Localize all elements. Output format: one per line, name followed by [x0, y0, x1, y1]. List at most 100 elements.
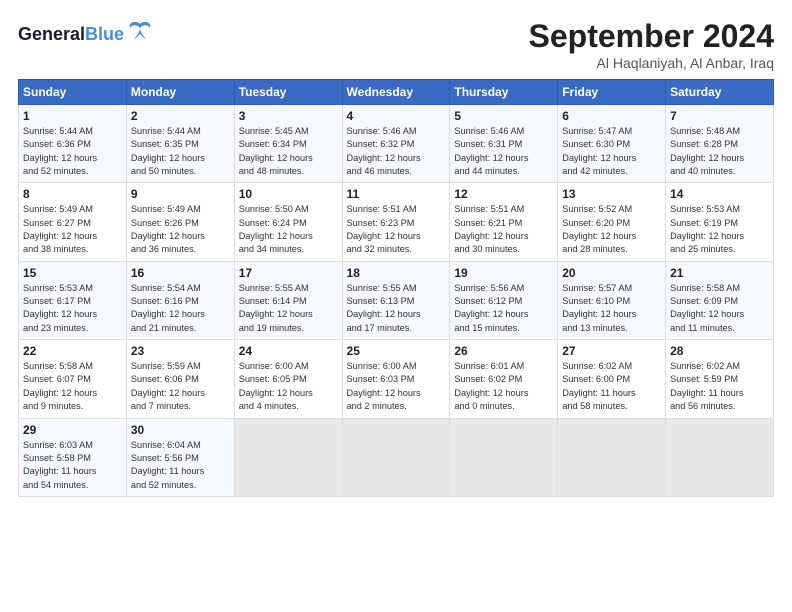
day-cell-13: 13 Sunrise: 5:52 AM Sunset: 6:20 PM Dayli…	[558, 183, 666, 261]
page: GeneralBlue September 2024 Al Haqlaniyah…	[0, 0, 792, 612]
weekday-header-sunday: Sunday	[19, 80, 127, 105]
day-info: Sunrise: 5:48 AM Sunset: 6:28 PM Dayligh…	[670, 125, 769, 178]
day-number: 15	[23, 266, 122, 280]
day-info: Sunrise: 5:47 AM Sunset: 6:30 PM Dayligh…	[562, 125, 661, 178]
day-cell-7: 7 Sunrise: 5:48 AM Sunset: 6:28 PM Daylig…	[666, 105, 774, 183]
day-cell-21: 21Sunrise: 5:58 AM Sunset: 6:09 PM Dayli…	[666, 261, 774, 339]
day-cell-11: 11 Sunrise: 5:51 AM Sunset: 6:23 PM Dayli…	[342, 183, 450, 261]
day-info: Sunrise: 5:58 AM Sunset: 6:07 PM Dayligh…	[23, 360, 122, 413]
day-info: Sunrise: 6:02 AM Sunset: 6:00 PM Dayligh…	[562, 360, 661, 413]
day-info: Sunrise: 6:01 AM Sunset: 6:02 PM Dayligh…	[454, 360, 553, 413]
weekday-header-monday: Monday	[126, 80, 234, 105]
day-number: 21	[670, 266, 769, 280]
day-cell-22: 22 Sunrise: 5:58 AM Sunset: 6:07 PM Dayli…	[19, 340, 127, 418]
week-row-2: 8 Sunrise: 5:49 AM Sunset: 6:27 PM Daylig…	[19, 183, 774, 261]
logo-blue: Blue	[85, 24, 124, 44]
day-cell-9: 9Sunrise: 5:49 AM Sunset: 6:26 PM Daylig…	[126, 183, 234, 261]
week-row-3: 15 Sunrise: 5:53 AM Sunset: 6:17 PM Dayli…	[19, 261, 774, 339]
day-number: 3	[239, 109, 338, 123]
day-cell-25: 25 Sunrise: 6:00 AM Sunset: 6:03 PM Dayli…	[342, 340, 450, 418]
day-info: Sunrise: 6:04 AM Sunset: 5:56 PM Dayligh…	[131, 439, 230, 492]
day-cell-27: 27 Sunrise: 6:02 AM Sunset: 6:00 PM Dayli…	[558, 340, 666, 418]
week-row-4: 22 Sunrise: 5:58 AM Sunset: 6:07 PM Dayli…	[19, 340, 774, 418]
day-info: Sunrise: 5:51 AM Sunset: 6:21 PM Dayligh…	[454, 203, 553, 256]
day-info: Sunrise: 5:49 AM Sunset: 6:26 PM Dayligh…	[131, 203, 230, 256]
day-info: Sunrise: 5:45 AM Sunset: 6:34 PM Dayligh…	[239, 125, 338, 178]
day-info: Sunrise: 5:44 AM Sunset: 6:35 PM Dayligh…	[131, 125, 230, 178]
day-cell-14: 14 Sunrise: 5:53 AM Sunset: 6:19 PM Dayli…	[666, 183, 774, 261]
week-row-1: 1 Sunrise: 5:44 AM Sunset: 6:36 PM Daylig…	[19, 105, 774, 183]
empty-cell	[450, 418, 558, 496]
day-info: Sunrise: 5:59 AM Sunset: 6:06 PM Dayligh…	[131, 360, 230, 413]
day-info: Sunrise: 6:00 AM Sunset: 6:05 PM Dayligh…	[239, 360, 338, 413]
day-number: 27	[562, 344, 661, 358]
day-number: 12	[454, 187, 553, 201]
day-number: 24	[239, 344, 338, 358]
day-number: 20	[562, 266, 661, 280]
header: GeneralBlue September 2024 Al Haqlaniyah…	[18, 18, 774, 71]
day-info: Sunrise: 5:57 AM Sunset: 6:10 PM Dayligh…	[562, 282, 661, 335]
day-cell-5: 5 Sunrise: 5:46 AM Sunset: 6:31 PM Daylig…	[450, 105, 558, 183]
header-row: SundayMondayTuesdayWednesdayThursdayFrid…	[19, 80, 774, 105]
day-info: Sunrise: 5:53 AM Sunset: 6:17 PM Dayligh…	[23, 282, 122, 335]
day-number: 11	[347, 187, 446, 201]
day-cell-12: 12 Sunrise: 5:51 AM Sunset: 6:21 PM Dayli…	[450, 183, 558, 261]
day-number: 2	[131, 109, 230, 123]
day-cell-1: 1 Sunrise: 5:44 AM Sunset: 6:36 PM Daylig…	[19, 105, 127, 183]
empty-cell	[666, 418, 774, 496]
day-info: Sunrise: 5:46 AM Sunset: 6:31 PM Dayligh…	[454, 125, 553, 178]
day-cell-29: 29Sunrise: 6:03 AM Sunset: 5:58 PM Dayli…	[19, 418, 127, 496]
day-info: Sunrise: 5:44 AM Sunset: 6:36 PM Dayligh…	[23, 125, 122, 178]
weekday-header-friday: Friday	[558, 80, 666, 105]
empty-cell	[342, 418, 450, 496]
day-number: 16	[131, 266, 230, 280]
day-info: Sunrise: 6:00 AM Sunset: 6:03 PM Dayligh…	[347, 360, 446, 413]
day-number: 19	[454, 266, 553, 280]
day-cell-26: 26 Sunrise: 6:01 AM Sunset: 6:02 PM Dayli…	[450, 340, 558, 418]
day-number: 14	[670, 187, 769, 201]
day-cell-20: 20 Sunrise: 5:57 AM Sunset: 6:10 PM Dayli…	[558, 261, 666, 339]
day-info: Sunrise: 6:03 AM Sunset: 5:58 PM Dayligh…	[23, 439, 122, 492]
day-info: Sunrise: 5:51 AM Sunset: 6:23 PM Dayligh…	[347, 203, 446, 256]
day-number: 8	[23, 187, 122, 201]
day-number: 13	[562, 187, 661, 201]
day-info: Sunrise: 6:02 AM Sunset: 5:59 PM Dayligh…	[670, 360, 769, 413]
day-number: 25	[347, 344, 446, 358]
logo-bird-icon	[126, 18, 154, 51]
day-cell-17: 17Sunrise: 5:55 AM Sunset: 6:14 PM Dayli…	[234, 261, 342, 339]
day-info: Sunrise: 5:50 AM Sunset: 6:24 PM Dayligh…	[239, 203, 338, 256]
day-info: Sunrise: 5:53 AM Sunset: 6:19 PM Dayligh…	[670, 203, 769, 256]
day-info: Sunrise: 5:52 AM Sunset: 6:20 PM Dayligh…	[562, 203, 661, 256]
day-number: 22	[23, 344, 122, 358]
day-cell-16: 16 Sunrise: 5:54 AM Sunset: 6:16 PM Dayli…	[126, 261, 234, 339]
day-number: 7	[670, 109, 769, 123]
day-cell-4: 4 Sunrise: 5:46 AM Sunset: 6:32 PM Daylig…	[342, 105, 450, 183]
calendar-table: SundayMondayTuesdayWednesdayThursdayFrid…	[18, 79, 774, 497]
weekday-header-saturday: Saturday	[666, 80, 774, 105]
day-info: Sunrise: 5:56 AM Sunset: 6:12 PM Dayligh…	[454, 282, 553, 335]
weekday-header-wednesday: Wednesday	[342, 80, 450, 105]
day-cell-8: 8 Sunrise: 5:49 AM Sunset: 6:27 PM Daylig…	[19, 183, 127, 261]
day-cell-6: 6 Sunrise: 5:47 AM Sunset: 6:30 PM Daylig…	[558, 105, 666, 183]
day-number: 23	[131, 344, 230, 358]
day-number: 6	[562, 109, 661, 123]
day-cell-23: 23 Sunrise: 5:59 AM Sunset: 6:06 PM Dayli…	[126, 340, 234, 418]
day-cell-3: 3 Sunrise: 5:45 AM Sunset: 6:34 PM Daylig…	[234, 105, 342, 183]
day-number: 28	[670, 344, 769, 358]
empty-cell	[558, 418, 666, 496]
day-cell-10: 10 Sunrise: 5:50 AM Sunset: 6:24 PM Dayli…	[234, 183, 342, 261]
location: Al Haqlaniyah, Al Anbar, Iraq	[529, 55, 774, 71]
day-number: 30	[131, 423, 230, 437]
day-cell-2: 2 Sunrise: 5:44 AM Sunset: 6:35 PM Daylig…	[126, 105, 234, 183]
day-number: 26	[454, 344, 553, 358]
day-number: 5	[454, 109, 553, 123]
day-number: 10	[239, 187, 338, 201]
day-number: 4	[347, 109, 446, 123]
day-info: Sunrise: 5:49 AM Sunset: 6:27 PM Dayligh…	[23, 203, 122, 256]
logo-general: General	[18, 24, 85, 44]
day-cell-28: 28 Sunrise: 6:02 AM Sunset: 5:59 PM Dayli…	[666, 340, 774, 418]
day-info: Sunrise: 5:54 AM Sunset: 6:16 PM Dayligh…	[131, 282, 230, 335]
day-number: 1	[23, 109, 122, 123]
day-info: Sunrise: 5:46 AM Sunset: 6:32 PM Dayligh…	[347, 125, 446, 178]
day-cell-15: 15 Sunrise: 5:53 AM Sunset: 6:17 PM Dayli…	[19, 261, 127, 339]
